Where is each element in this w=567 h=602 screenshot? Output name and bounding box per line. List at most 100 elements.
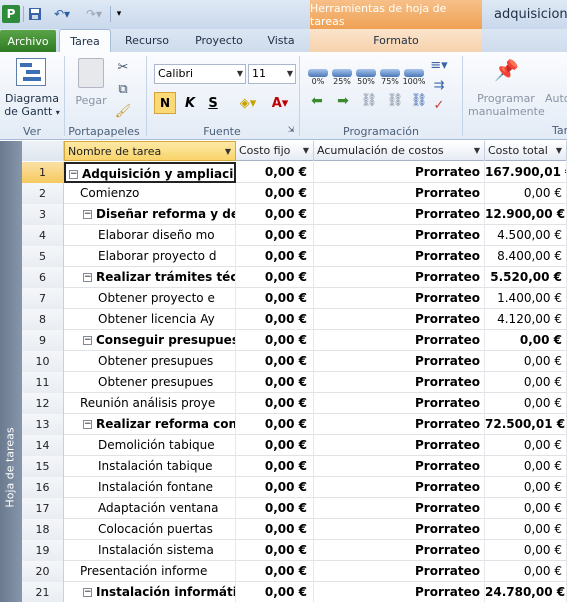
total-cost-cell[interactable]: 0,00 € (485, 498, 567, 519)
row-id[interactable]: 2 (22, 183, 64, 204)
fixed-cost-cell[interactable]: 0,00 € (236, 540, 314, 561)
column-header-task-name[interactable]: Nombre de tarea ▼ (64, 141, 236, 161)
fixed-cost-cell[interactable]: 0,00 € (236, 372, 314, 393)
cost-accrual-cell[interactable]: Prorrateo (314, 561, 485, 582)
chevron-down-icon[interactable]: ▼ (225, 142, 231, 160)
redo-icon[interactable]: ↷▾ (82, 5, 106, 23)
total-cost-cell[interactable]: 72.500,01 € (485, 414, 567, 435)
cost-accrual-cell[interactable]: Prorrateo (314, 246, 485, 267)
tab-project[interactable]: Proyecto (184, 29, 254, 52)
task-name-cell[interactable]: Elaborar diseño mo (64, 225, 236, 246)
total-cost-cell[interactable]: 0,00 € (485, 540, 567, 561)
mark-on-track-icon[interactable]: ≡▾ (430, 56, 448, 74)
gantt-chart-icon[interactable] (16, 58, 46, 86)
row-id[interactable]: 16 (22, 477, 64, 498)
row-id[interactable]: 6 (22, 267, 64, 288)
table-row[interactable]: 18 Colocación puertas 0,00 € Prorrateo 0,00 … (22, 519, 567, 540)
cost-accrual-cell[interactable]: Prorrateo (314, 183, 485, 204)
split-task-icon[interactable]: ⛓ (408, 94, 430, 108)
table-row[interactable]: 13− Realizar reforma const 0,00 € Prorrateo… (22, 414, 567, 435)
table-row[interactable]: 10 Obtener presupues 0,00 € Prorrateo 0,00 € (22, 351, 567, 372)
progress-75-icon[interactable] (380, 69, 400, 77)
task-name-cell[interactable]: Instalación sistema (64, 540, 236, 561)
row-id[interactable]: 21 (22, 582, 64, 602)
cost-accrual-cell[interactable]: Prorrateo (314, 267, 485, 288)
manual-schedule-button[interactable]: Programar manualmente (468, 92, 545, 118)
fixed-cost-cell[interactable]: 0,00 € (236, 351, 314, 372)
table-row[interactable]: 1− Adquisición y ampliación 0,00 € Prorrate… (22, 162, 567, 183)
copy-icon[interactable]: ⧉ (114, 80, 132, 98)
table-row[interactable]: 17 Adaptación ventana 0,00 € Prorrateo 0,00 … (22, 498, 567, 519)
row-id[interactable]: 1 (22, 162, 64, 183)
task-name-cell[interactable]: Instalación fontane (64, 477, 236, 498)
task-name-cell[interactable]: Adaptación ventana (64, 498, 236, 519)
task-name-cell[interactable]: − Instalación informátic (64, 582, 236, 602)
total-cost-cell[interactable]: 1.400,00 € (485, 288, 567, 309)
font-color-icon[interactable]: A▾ (266, 92, 294, 114)
underline-button[interactable]: S (203, 92, 223, 114)
fixed-cost-cell[interactable]: 0,00 € (236, 225, 314, 246)
total-cost-cell[interactable]: 0,00 € (485, 393, 567, 414)
row-id[interactable]: 5 (22, 246, 64, 267)
total-cost-cell[interactable]: 0,00 € (485, 456, 567, 477)
respect-links-icon[interactable]: ⇉ (430, 76, 448, 94)
task-name-cell[interactable]: − Realizar trámites técni (64, 267, 236, 288)
row-id[interactable]: 13 (22, 414, 64, 435)
italic-button[interactable]: K (180, 92, 200, 114)
font-name-select[interactable]: Calibri ▼ (154, 64, 246, 84)
cost-accrual-cell[interactable]: Prorrateo (314, 330, 485, 351)
task-name-cell[interactable]: Obtener licencia Ay (64, 309, 236, 330)
fixed-cost-cell[interactable]: 0,00 € (236, 414, 314, 435)
auto-schedule-button[interactable]: Auto (545, 92, 567, 105)
fixed-cost-cell[interactable]: 0,00 € (236, 288, 314, 309)
task-name-cell[interactable]: Instalación tabique (64, 456, 236, 477)
tab-file[interactable]: Archivo (0, 30, 56, 52)
fixed-cost-cell[interactable]: 0,00 € (236, 393, 314, 414)
save-icon[interactable] (27, 5, 43, 23)
table-row[interactable]: 16 Instalación fontane 0,00 € Prorrateo 0,00… (22, 477, 567, 498)
cost-accrual-cell[interactable]: Prorrateo (314, 414, 485, 435)
cost-accrual-cell[interactable]: Prorrateo (314, 519, 485, 540)
table-row[interactable]: 4 Elaborar diseño mo 0,00 € Prorrateo 4.500,… (22, 225, 567, 246)
table-row[interactable]: 3− Diseñar reforma y dec 0,00 € Prorrateo 12… (22, 204, 567, 225)
total-cost-cell[interactable]: 0,00 € (485, 183, 567, 204)
table-row[interactable]: 7 Obtener proyecto e 0,00 € Prorrateo 1.400,… (22, 288, 567, 309)
bold-button[interactable]: N (154, 92, 176, 114)
progress-50-icon[interactable] (356, 69, 376, 77)
total-cost-cell[interactable]: 0,00 € (485, 477, 567, 498)
fixed-cost-cell[interactable]: 0,00 € (236, 330, 314, 351)
project-app-icon[interactable]: P (2, 5, 20, 23)
table-row[interactable]: 15 Instalación tabique 0,00 € Prorrateo 0,00… (22, 456, 567, 477)
cost-accrual-cell[interactable]: Prorrateo (314, 204, 485, 225)
fixed-cost-cell[interactable]: 0,00 € (236, 477, 314, 498)
cost-accrual-cell[interactable]: Prorrateo (314, 162, 485, 183)
row-id[interactable]: 14 (22, 435, 64, 456)
task-name-cell[interactable]: − Realizar reforma const (64, 414, 236, 435)
cost-accrual-cell[interactable]: Prorrateo (314, 372, 485, 393)
view-bar[interactable]: Hoja de tareas (0, 141, 22, 602)
cost-accrual-cell[interactable]: Prorrateo (314, 435, 485, 456)
row-id[interactable]: 19 (22, 540, 64, 561)
collapse-toggle-icon[interactable]: − (83, 210, 92, 219)
tab-resource[interactable]: Recurso (114, 29, 180, 52)
progress-0-icon[interactable] (308, 69, 328, 77)
collapse-toggle-icon[interactable]: − (83, 420, 92, 429)
task-name-cell[interactable]: Obtener proyecto e (64, 288, 236, 309)
fixed-cost-cell[interactable]: 0,00 € (236, 309, 314, 330)
chevron-down-icon[interactable]: ▼ (303, 141, 309, 161)
task-name-cell[interactable]: Reunión análisis proye (64, 393, 236, 414)
tab-view[interactable]: Vista (258, 29, 304, 52)
fixed-cost-cell[interactable]: 0,00 € (236, 267, 314, 288)
table-row[interactable]: 11 Obtener presupues 0,00 € Prorrateo 0,00 € (22, 372, 567, 393)
collapse-toggle-icon[interactable]: − (83, 273, 92, 282)
column-header-total-cost[interactable]: Costo total ▼ (485, 141, 567, 161)
total-cost-cell[interactable]: 8.400,00 € (485, 246, 567, 267)
fixed-cost-cell[interactable]: 0,00 € (236, 582, 314, 602)
chevron-down-icon[interactable]: ▼ (474, 141, 480, 161)
paste-button[interactable]: Pegar (68, 94, 114, 107)
fixed-cost-cell[interactable]: 0,00 € (236, 435, 314, 456)
fixed-cost-cell[interactable]: 0,00 € (236, 246, 314, 267)
task-name-cell[interactable]: Presentación informe (64, 561, 236, 582)
collapse-toggle-icon[interactable]: − (69, 170, 78, 179)
progress-100-icon[interactable] (404, 69, 424, 77)
